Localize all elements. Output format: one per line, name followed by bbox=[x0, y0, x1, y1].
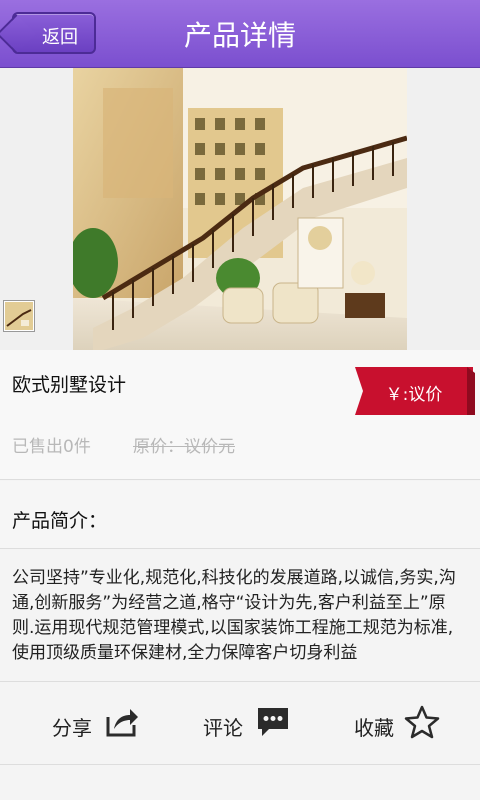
intro-text: 公司坚持”专业化,规范化,科技化的发展道路,以诚信,务实,沟通,创新服务”为经营… bbox=[12, 568, 456, 663]
favorite-button[interactable]: 收藏 bbox=[354, 701, 446, 745]
price-label: ￥:议价 bbox=[385, 385, 443, 405]
gallery-thumbnail[interactable] bbox=[3, 300, 35, 332]
product-info: 欧式别墅设计 ￥:议价 已售出0件 原价：议价元 bbox=[0, 350, 480, 480]
intro-section: 公司坚持”专业化,规范化,科技化的发展道路,以诚信,务实,沟通,创新服务”为经营… bbox=[0, 550, 480, 682]
original-price: 原价：议价元 bbox=[133, 437, 235, 457]
star-icon bbox=[404, 705, 440, 739]
intro-heading: 产品简介： bbox=[12, 510, 108, 532]
price-badge: ￥:议价 bbox=[355, 367, 475, 415]
product-main-photo[interactable] bbox=[73, 68, 407, 350]
bottom-spacer bbox=[0, 766, 480, 800]
page-title: 产品详情 bbox=[183, 19, 296, 52]
action-bar: 分享 评论 收藏 bbox=[0, 683, 480, 765]
product-name: 欧式别墅设计 bbox=[12, 374, 127, 396]
intro-section-header: 产品简介： bbox=[0, 481, 480, 549]
favorite-label: 收藏 bbox=[354, 716, 394, 740]
top-bar: 返回 产品详情 bbox=[0, 0, 480, 68]
comment-label: 评论 bbox=[203, 716, 243, 740]
product-gallery bbox=[0, 68, 480, 350]
share-label: 分享 bbox=[52, 716, 92, 740]
comment-button[interactable]: 评论 bbox=[203, 701, 295, 745]
sold-count: 已售出0件 bbox=[12, 437, 91, 457]
share-button[interactable]: 分享 bbox=[52, 701, 144, 745]
thumbnail-image bbox=[5, 302, 33, 330]
comment-icon bbox=[258, 708, 288, 736]
share-icon bbox=[106, 709, 138, 737]
